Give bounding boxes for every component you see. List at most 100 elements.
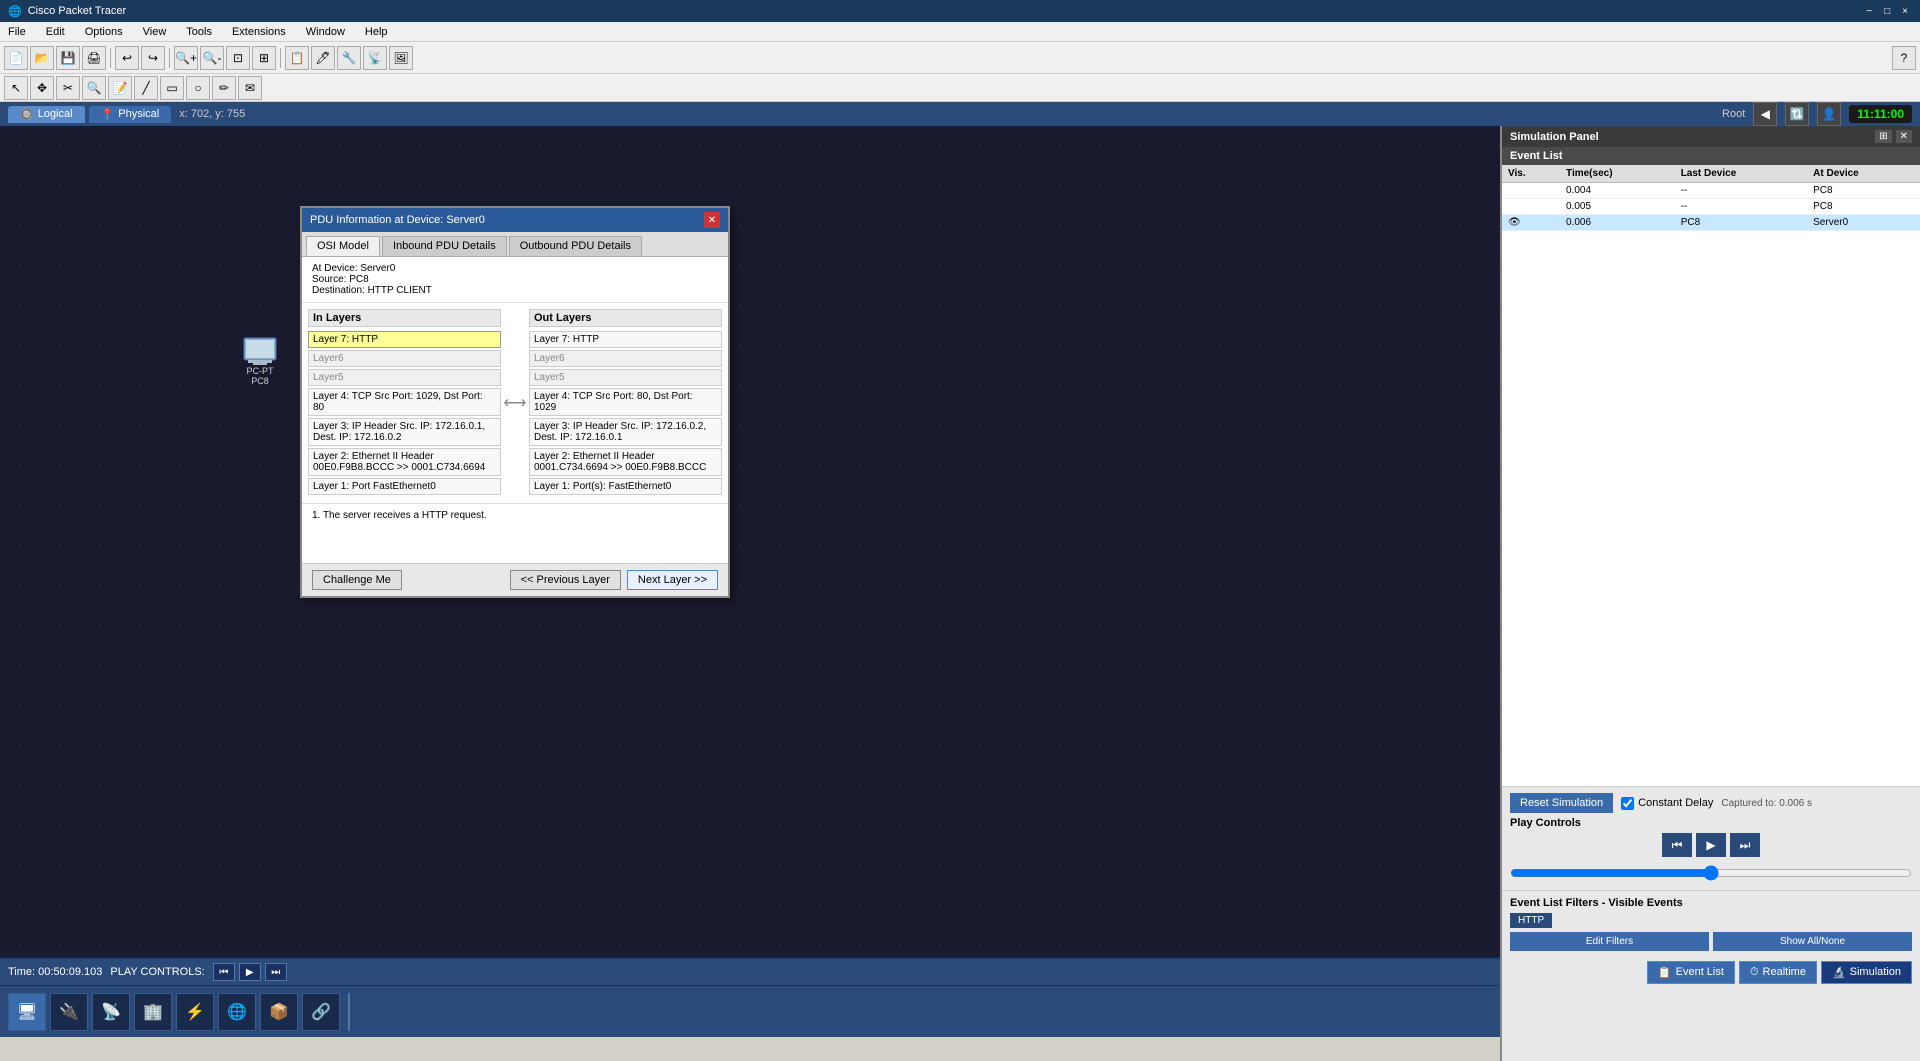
- pdu-close-btn[interactable]: ✕: [704, 212, 720, 228]
- back-btn[interactable]: ◀: [1753, 102, 1777, 126]
- event-row-1[interactable]: 0.004 -- PC8: [1502, 183, 1920, 199]
- note-btn[interactable]: 📝: [108, 76, 132, 100]
- sim-restore-btn[interactable]: ⊞: [1875, 130, 1891, 143]
- event-3-vis[interactable]: 👁: [1502, 215, 1560, 231]
- status-back-btn[interactable]: ⏮: [213, 963, 235, 981]
- email-btn[interactable]: ✉: [238, 76, 262, 100]
- menu-help[interactable]: Help: [361, 26, 392, 38]
- out-layer-6[interactable]: Layer6: [529, 350, 722, 367]
- out-layer-7[interactable]: Layer 7: HTTP: [529, 331, 722, 348]
- user-btn[interactable]: 👤: [1817, 102, 1841, 126]
- event-row-3[interactable]: 👁 0.006 PC8 Server0: [1502, 215, 1920, 231]
- menu-options[interactable]: Options: [81, 26, 127, 38]
- move-btn[interactable]: ✥: [30, 76, 54, 100]
- custom-1[interactable]: 📋: [285, 46, 309, 70]
- filter-btns: Edit Filters Show All/None: [1510, 932, 1912, 951]
- canvas-area[interactable]: ✉ PC-PT PC8: [0, 126, 1500, 957]
- help-btn[interactable]: ?: [1892, 46, 1916, 70]
- ellipse-btn[interactable]: ○: [186, 76, 210, 100]
- challenge-btn[interactable]: Challenge Me: [312, 570, 402, 590]
- custom-2[interactable]: 🖊: [311, 46, 335, 70]
- zoom-fit-btn[interactable]: ⊡: [226, 46, 250, 70]
- print-btn[interactable]: 🖨: [82, 46, 106, 70]
- pdu-tab-outbound[interactable]: Outbound PDU Details: [509, 236, 642, 256]
- status-play-btn[interactable]: ▶: [239, 963, 261, 981]
- play-pause-btn[interactable]: ▶: [1696, 833, 1726, 857]
- menu-edit[interactable]: Edit: [42, 26, 69, 38]
- logical-label: Logical: [38, 108, 73, 120]
- menu-window[interactable]: Window: [302, 26, 349, 38]
- forward-btn[interactable]: 🔃: [1785, 102, 1809, 126]
- device-btn-6[interactable]: 🌐: [218, 993, 256, 1031]
- in-layer-4[interactable]: Layer 4: TCP Src Port: 1029, Dst Port: 8…: [308, 388, 501, 416]
- custom-4[interactable]: 📡: [363, 46, 387, 70]
- in-layer-6[interactable]: Layer6: [308, 350, 501, 367]
- speed-slider[interactable]: [1510, 865, 1912, 881]
- device-btn-2[interactable]: 🔌: [50, 993, 88, 1031]
- menu-tools[interactable]: Tools: [182, 26, 216, 38]
- simulation-btn[interactable]: 🔬 Simulation: [1821, 961, 1912, 984]
- custom-3[interactable]: 🔧: [337, 46, 361, 70]
- reset-sim-btn[interactable]: Reset Simulation: [1510, 793, 1613, 813]
- sim-close-btn[interactable]: ✕: [1896, 130, 1912, 143]
- out-layer-3[interactable]: Layer 3: IP Header Src. IP: 172.16.0.2, …: [529, 418, 722, 446]
- zoom-out-btn[interactable]: 🔍-: [200, 46, 224, 70]
- play-fwd-btn[interactable]: ⏭: [1730, 833, 1760, 857]
- open-btn[interactable]: 📂: [30, 46, 54, 70]
- zoom-reset-btn[interactable]: ⊞: [252, 46, 276, 70]
- inspect-btn[interactable]: 🔍: [82, 76, 106, 100]
- device-btn-1[interactable]: 🖥: [8, 993, 46, 1031]
- play-back-btn[interactable]: ⏮: [1662, 833, 1692, 857]
- pdu-tab-inbound[interactable]: Inbound PDU Details: [382, 236, 507, 256]
- minimize-btn[interactable]: −: [1862, 6, 1876, 17]
- realtime-btn[interactable]: ⏱ Realtime: [1739, 961, 1817, 984]
- pdu-tab-osi[interactable]: OSI Model: [306, 236, 380, 256]
- maximize-btn[interactable]: □: [1880, 6, 1894, 17]
- event-row-2[interactable]: 0.005 -- PC8: [1502, 199, 1920, 215]
- event-list-btn[interactable]: 📋 Event List: [1647, 961, 1735, 984]
- out-layer-2[interactable]: Layer 2: Ethernet II Header 0001.C734.66…: [529, 448, 722, 476]
- redo-btn[interactable]: ↪: [141, 46, 165, 70]
- device-btn-3[interactable]: 📡: [92, 993, 130, 1031]
- menu-view[interactable]: View: [139, 26, 171, 38]
- new-btn[interactable]: 📄: [4, 46, 28, 70]
- custom-5[interactable]: 🖼: [389, 46, 413, 70]
- in-layer-5[interactable]: Layer5: [308, 369, 501, 386]
- pdu-source: Source: PC8: [312, 274, 718, 285]
- pc-device[interactable]: PC-PT PC8: [240, 336, 280, 386]
- out-layer-1[interactable]: Layer 1: Port(s): FastEthernet0: [529, 478, 722, 495]
- in-layer-2[interactable]: Layer 2: Ethernet II Header 00E0.F9B8.BC…: [308, 448, 501, 476]
- device-btn-7[interactable]: 📦: [260, 993, 298, 1031]
- delete-btn[interactable]: ✂: [56, 76, 80, 100]
- pencil-btn[interactable]: ✏: [212, 76, 236, 100]
- device-btn-5[interactable]: ⚡: [176, 993, 214, 1031]
- close-btn[interactable]: ×: [1898, 6, 1912, 17]
- menu-extensions[interactable]: Extensions: [228, 26, 290, 38]
- logical-tab[interactable]: 🔘 Logical: [8, 106, 85, 123]
- edit-filters-btn[interactable]: Edit Filters: [1510, 932, 1709, 951]
- constant-delay-checkbox[interactable]: [1621, 797, 1634, 810]
- sim-title-btns: ⊞ ✕: [1875, 130, 1912, 143]
- physical-tab[interactable]: 📍 Physical: [89, 106, 172, 123]
- menu-file[interactable]: File: [4, 26, 30, 38]
- select-btn[interactable]: ↖: [4, 76, 28, 100]
- device-btn-8[interactable]: 🔗: [302, 993, 340, 1031]
- right-mode-btns: 📋 Event List ⏱ Realtime 🔬 Simulation: [1647, 961, 1912, 984]
- save-btn[interactable]: 💾: [56, 46, 80, 70]
- line-btn[interactable]: ╱: [134, 76, 158, 100]
- in-layer-7[interactable]: Layer 7: HTTP: [308, 331, 501, 348]
- prev-layer-btn[interactable]: << Previous Layer: [510, 570, 621, 590]
- in-layer-3[interactable]: Layer 3: IP Header Src. IP: 172.16.0.1, …: [308, 418, 501, 446]
- rect-btn[interactable]: ▭: [160, 76, 184, 100]
- zoom-in-btn[interactable]: 🔍+: [174, 46, 198, 70]
- show-all-none-btn[interactable]: Show All/None: [1713, 932, 1912, 951]
- eye-icon[interactable]: 👁: [1508, 217, 1521, 228]
- device-btn-4[interactable]: 🏢: [134, 993, 172, 1031]
- undo-btn[interactable]: ↩: [115, 46, 139, 70]
- status-fwd-btn[interactable]: ⏭: [265, 963, 287, 981]
- in-layer-1[interactable]: Layer 1: Port FastEthernet0: [308, 478, 501, 495]
- pdu-layers-container: In Layers Layer 7: HTTP Layer6 Layer5 La…: [302, 303, 728, 503]
- next-layer-btn[interactable]: Next Layer >>: [627, 570, 718, 590]
- out-layer-4[interactable]: Layer 4: TCP Src Port: 80, Dst Port: 102…: [529, 388, 722, 416]
- out-layer-5[interactable]: Layer5: [529, 369, 722, 386]
